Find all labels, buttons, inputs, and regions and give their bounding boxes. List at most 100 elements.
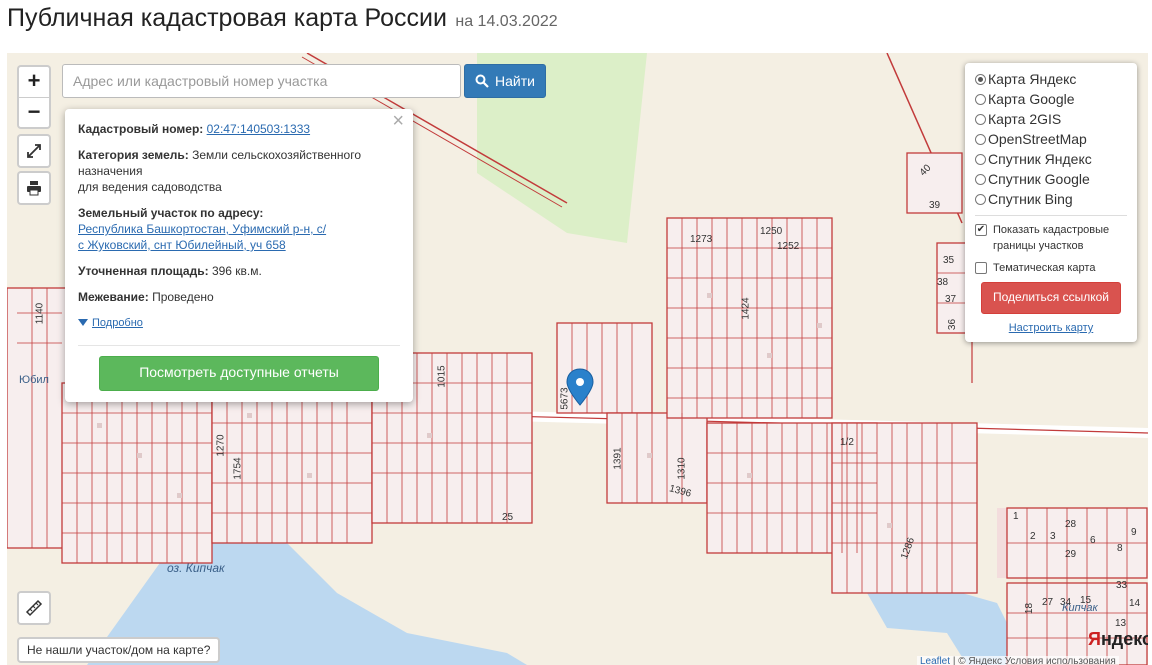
find-button[interactable]: Найти: [464, 64, 546, 98]
plot-label: 25: [502, 512, 514, 523]
radio[interactable]: [975, 173, 986, 185]
view-reports-button[interactable]: Посмотреть доступные отчеты: [99, 356, 379, 391]
category-row: Категория земель: Земли сельскохозяйстве…: [78, 147, 400, 195]
map-canvas[interactable]: 1273 1250 1252 1424 1140 1015 1270 1754 …: [7, 53, 1148, 665]
category-use: для ведения садоводства: [78, 180, 222, 194]
plot-label: 27: [1042, 597, 1054, 608]
address-label: Земельный участок по адресу:: [78, 206, 264, 220]
plot-label: 1310: [676, 457, 688, 480]
caret-down-icon: [78, 319, 88, 326]
show-borders-toggle[interactable]: ✔ Показать кадастровые границы участков: [975, 222, 1127, 254]
zoom-control: + −: [17, 65, 51, 129]
plot-label: 1754: [232, 457, 244, 480]
lake-label: оз. Кипчак: [167, 561, 225, 575]
more-details-label: Подробно: [92, 317, 143, 329]
radio[interactable]: [975, 93, 986, 105]
survey-label: Межевание:: [78, 290, 149, 304]
checkbox-checked[interactable]: ✔: [975, 224, 987, 236]
plot-label: 1391: [612, 447, 624, 470]
plot-label: 39: [929, 200, 941, 211]
plot-label: 33: [1116, 580, 1128, 591]
measure-button[interactable]: [17, 591, 51, 625]
checkbox[interactable]: [975, 262, 987, 274]
plot-label: 35: [943, 255, 955, 266]
plot-label: 1140: [34, 302, 46, 325]
fullscreen-button[interactable]: [17, 134, 51, 168]
area-value: 396 кв.м.: [211, 264, 262, 278]
layer-option-osm[interactable]: OpenStreetMap: [975, 129, 1127, 149]
map-attribution: Leaflet | © Яндекс Условия использования: [917, 656, 1119, 665]
address-link-line1[interactable]: Республика Башкортостан, Уфимский р-н, с…: [78, 222, 326, 236]
plot-label: 36: [947, 318, 959, 331]
close-icon[interactable]: ×: [392, 111, 404, 131]
plot-label: 1: [1013, 511, 1019, 522]
address-row: Земельный участок по адресу: Республика …: [78, 205, 400, 253]
plot-label: 14: [1129, 598, 1141, 609]
page-title: Публичная кадастровая карта России: [7, 4, 447, 32]
category-label: Категория земель:: [78, 148, 189, 162]
plot-label: 37: [945, 294, 957, 305]
plot-label: 1015: [436, 365, 448, 388]
zoom-out-button[interactable]: −: [19, 97, 49, 128]
plot-label: 28: [1065, 519, 1077, 530]
find-button-label: Найти: [495, 73, 535, 89]
plot-label: 18: [1024, 602, 1036, 615]
plot-label: 1250: [760, 226, 783, 237]
plot-label: 38: [937, 277, 949, 288]
attribution-text: | © Яндекс Условия использования: [952, 656, 1116, 665]
layers-panel: Карта Яндекс Карта Google Карта 2GIS Ope…: [965, 63, 1137, 342]
cadastral-row: Кадастровый номер: 02:47:140503:1333: [78, 121, 400, 137]
layers-divider: [975, 215, 1127, 216]
leaflet-link[interactable]: Leaflet: [920, 656, 950, 665]
radio[interactable]: [975, 153, 986, 165]
plot-label: 9: [1131, 527, 1137, 538]
plot-label: 1/2: [840, 437, 854, 448]
plot-label: 1273: [690, 234, 713, 245]
cadastral-label: Кадастровый номер:: [78, 122, 204, 136]
snt-label: Юбил: [19, 374, 49, 386]
survey-row: Межевание: Проведено: [78, 289, 400, 305]
plot-label: 8: [1117, 543, 1123, 554]
yandex-logo: Яндекс: [1088, 629, 1148, 649]
area-row: Уточненная площадь: 396 кв.м.: [78, 263, 400, 279]
thematic-map-toggle[interactable]: Тематическая карта: [975, 260, 1127, 276]
cadastral-number-link[interactable]: 02:47:140503:1333: [207, 122, 310, 136]
ruler-icon: [25, 599, 43, 617]
layer-option-google-satellite[interactable]: Спутник Google: [975, 169, 1127, 189]
parcel-info-popup: × Кадастровый номер: 02:47:140503:1333 К…: [65, 109, 413, 402]
page-header: Публичная кадастровая карта России на 14…: [7, 4, 558, 40]
zoom-in-button[interactable]: +: [19, 67, 49, 97]
popup-divider: [78, 345, 400, 346]
plot-label: 1252: [777, 241, 800, 252]
plot-label: 2: [1030, 531, 1036, 542]
configure-map-link[interactable]: Настроить карту: [975, 322, 1127, 334]
address-link-line2[interactable]: с Жуковский, снт Юбилейный, уч 658: [78, 238, 286, 252]
layer-option-2gis-map[interactable]: Карта 2GIS: [975, 109, 1127, 129]
plot-label: 1424: [740, 297, 752, 320]
plot-label: 5673: [559, 387, 571, 410]
print-icon: [27, 181, 41, 196]
page-date: на 14.03.2022: [455, 13, 558, 30]
not-found-button[interactable]: Не нашли участок/дом на карте?: [17, 637, 221, 663]
radio-selected[interactable]: [975, 73, 986, 85]
layer-option-yandex-satellite[interactable]: Спутник Яндекс: [975, 149, 1127, 169]
layer-option-bing-satellite[interactable]: Спутник Bing: [975, 189, 1127, 209]
plot-label: 29: [1065, 549, 1077, 560]
share-link-button[interactable]: Поделиться ссылкой: [981, 282, 1121, 314]
plot-label: 13: [1115, 618, 1127, 629]
radio[interactable]: [975, 193, 986, 205]
layer-option-yandex-map[interactable]: Карта Яндекс: [975, 69, 1127, 89]
plot-label: 3: [1050, 531, 1056, 542]
search-icon: [475, 74, 489, 88]
layer-option-google-map[interactable]: Карта Google: [975, 89, 1127, 109]
radio[interactable]: [975, 113, 986, 125]
more-details-link[interactable]: Подробно: [78, 315, 400, 331]
plot-label: 1270: [215, 434, 227, 457]
radio[interactable]: [975, 133, 986, 145]
print-button[interactable]: [17, 171, 51, 205]
plot-label: 6: [1090, 535, 1096, 546]
expand-icon: [27, 144, 41, 158]
village-label: Кипчак: [1062, 602, 1098, 614]
survey-value: Проведено: [152, 290, 214, 304]
search-input[interactable]: [62, 64, 461, 98]
